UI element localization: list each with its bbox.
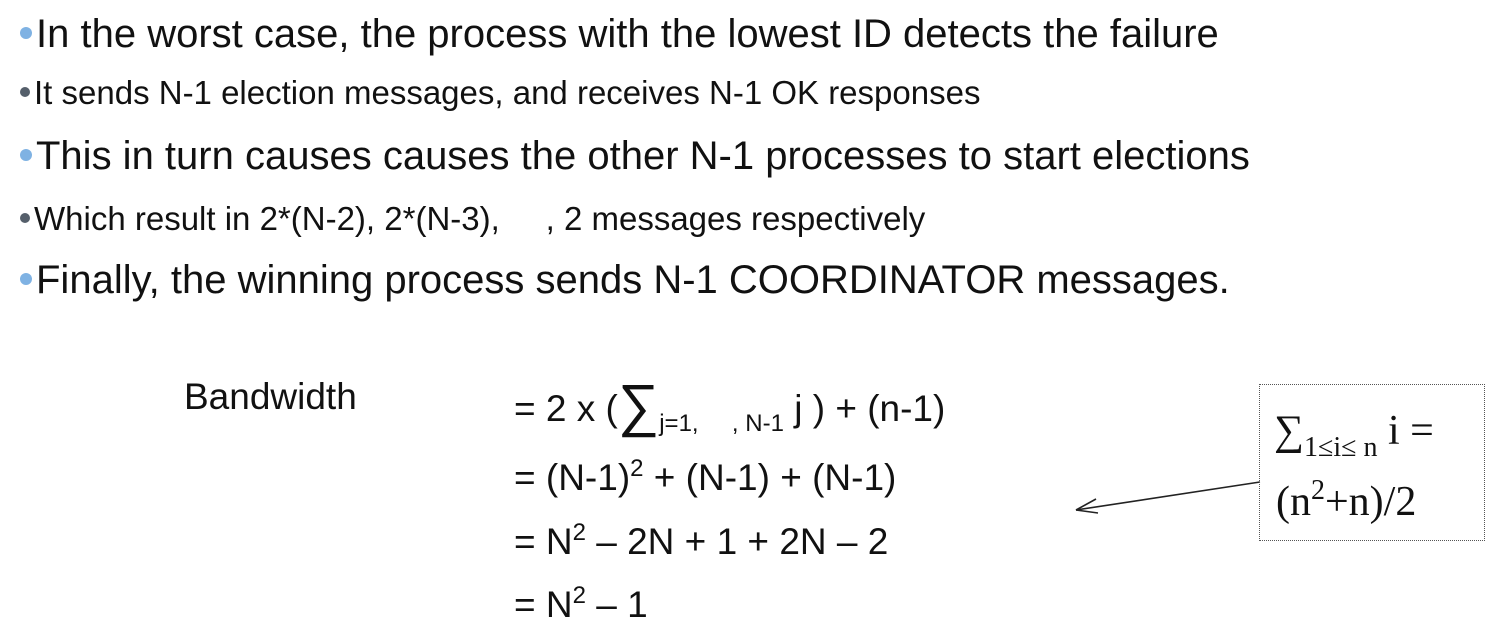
equation-line-2: = (N-1)2 + (N-1) + (N-1) (514, 455, 896, 499)
eq3-pre: = N (514, 521, 573, 562)
eq1-post: j ) + (n-1) (783, 388, 946, 429)
bullet-3: This in turn causes causes the other N-1… (20, 134, 1250, 179)
bullet-5-text: Finally, the winning process sends N-1 C… (36, 258, 1230, 302)
box-line2-post: +n)/2 (1325, 479, 1417, 525)
box-sub: 1≤i≤ n (1303, 432, 1378, 463)
bullet-dot-icon (20, 273, 32, 286)
eq2-sup: 2 (630, 455, 644, 482)
bullet-1-text: In the worst case, the process with the … (36, 12, 1219, 56)
bullet-3-text: This in turn causes causes the other N-1… (36, 134, 1250, 178)
sum-formula-line-1: ∑1≤i≤ n i = (1274, 407, 1434, 464)
bullet-dot-icon (20, 87, 30, 98)
bullet-1: In the worst case, the process with the … (20, 12, 1219, 57)
eq2-post: + (N-1) + (N-1) (643, 457, 897, 498)
arrow-icon (1075, 481, 1261, 514)
sum-formula-line-2: (n2+n)/2 (1276, 475, 1416, 526)
eq3-sup: 2 (572, 519, 586, 546)
equation-line-1: = 2 x (∑j=1, , N-1 j ) + (n-1) (514, 368, 945, 438)
bullet-4: Which result in 2*(N-2), 2*(N-3), , 2 me… (20, 200, 925, 238)
sum-formula-box: ∑1≤i≤ n i = (n2+n)/2 (1259, 384, 1485, 541)
box-sigma-icon: ∑ (1274, 408, 1304, 454)
box-rhs: i = (1377, 408, 1434, 454)
bullet-dot-icon (20, 27, 32, 40)
equation-line-4: = N2 – 1 (514, 582, 648, 626)
bullet-dot-icon (20, 149, 32, 162)
box-line2-pre: (n (1276, 479, 1311, 525)
bandwidth-label: Bandwidth (184, 376, 357, 417)
bullet-2: It sends N-1 election messages, and rece… (20, 74, 980, 112)
eq4-sup: 2 (572, 582, 586, 609)
equation-line-3: = N2 – 2N + 1 + 2N – 2 (514, 519, 888, 563)
bullet-dot-icon (20, 213, 30, 224)
bullet-4-text: Which result in 2*(N-2), 2*(N-3), , 2 me… (34, 200, 926, 237)
eq3-post: – 2N + 1 + 2N – 2 (585, 521, 889, 562)
eq2-pre: = (N-1) (514, 457, 631, 498)
eq1-sub: j=1, , N-1 (659, 410, 784, 437)
bullet-5: Finally, the winning process sends N-1 C… (20, 258, 1230, 303)
eq4-post: – 1 (585, 584, 648, 625)
eq1-pre: = 2 x ( (514, 388, 618, 429)
box-line2-sup: 2 (1311, 475, 1325, 506)
sigma-icon: ∑ (617, 373, 660, 438)
bullet-2-text: It sends N-1 election messages, and rece… (34, 74, 981, 111)
eq4-pre: = N (514, 584, 573, 625)
